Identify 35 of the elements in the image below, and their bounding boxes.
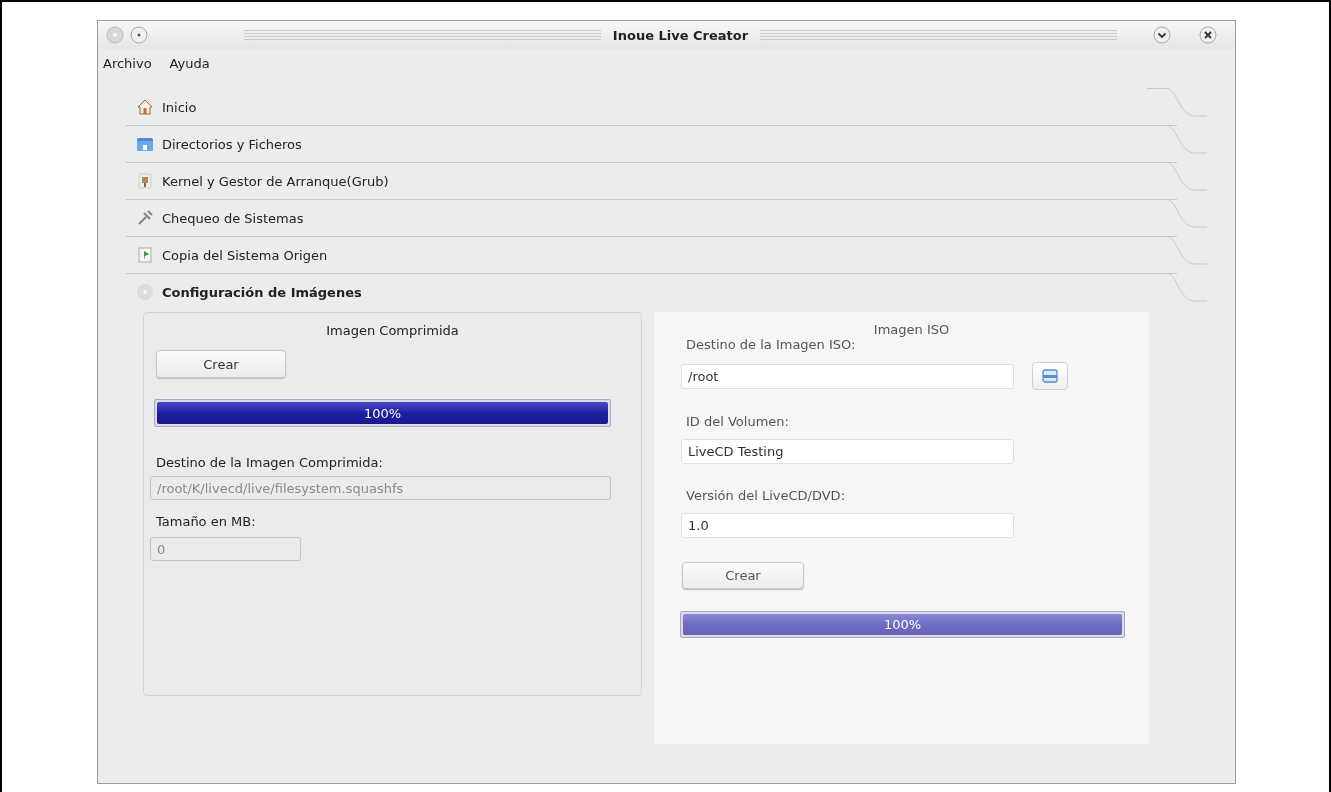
menu-item[interactable]: Archivo — [103, 55, 152, 71]
field-label: Tamaño en MB: — [156, 514, 257, 529]
create-button[interactable]: Crear — [156, 350, 286, 378]
section-header[interactable]: Directorios y Ficheros — [126, 126, 302, 162]
section-header[interactable]: Copia del Sistema Origen — [126, 237, 328, 273]
menu-item[interactable]: Ayuda — [169, 55, 210, 71]
field-label: Destino de la Imagen ISO: — [686, 337, 857, 352]
progress-text: 100% — [363, 405, 402, 421]
progress-text: 100% — [883, 617, 922, 632]
tab-curve — [1147, 88, 1207, 117]
minimize-button[interactable] — [1153, 26, 1171, 44]
disc-icon — [106, 26, 124, 44]
field-label: ID del Volumen: — [686, 414, 790, 429]
save-icon — [1042, 369, 1058, 383]
section-header[interactable]: Kernel y Gestor de Arranque(Grub) — [126, 163, 389, 199]
field-label: Destino de la Imagen Comprimida: — [156, 455, 384, 470]
folder-icon — [136, 136, 154, 152]
field-label: Versión del LiveCD/DVD: — [686, 488, 846, 503]
section-header[interactable]: Chequeo de Sistemas — [126, 200, 304, 236]
save-button[interactable] — [1032, 362, 1068, 390]
disc-icon — [136, 283, 154, 301]
chip-icon — [136, 172, 154, 190]
panel-title: Imagen ISO — [873, 322, 950, 337]
tools-icon — [136, 209, 154, 227]
section-header[interactable]: Inicio — [126, 89, 197, 125]
panel-title: Imagen Comprimida — [326, 323, 459, 338]
section-header[interactable]: Configuración de Imágenes — [126, 274, 362, 310]
house-icon — [136, 98, 154, 116]
window-title: Inoue Live Creator — [611, 27, 750, 43]
document-icon — [136, 246, 154, 264]
close-button[interactable] — [1199, 26, 1217, 44]
create-button[interactable]: Crear — [682, 562, 804, 589]
input-field[interactable]: LiveCD Testing — [681, 439, 1014, 464]
input-field[interactable]: 1.0 — [681, 513, 1014, 538]
input-field[interactable]: /root — [681, 363, 1014, 389]
